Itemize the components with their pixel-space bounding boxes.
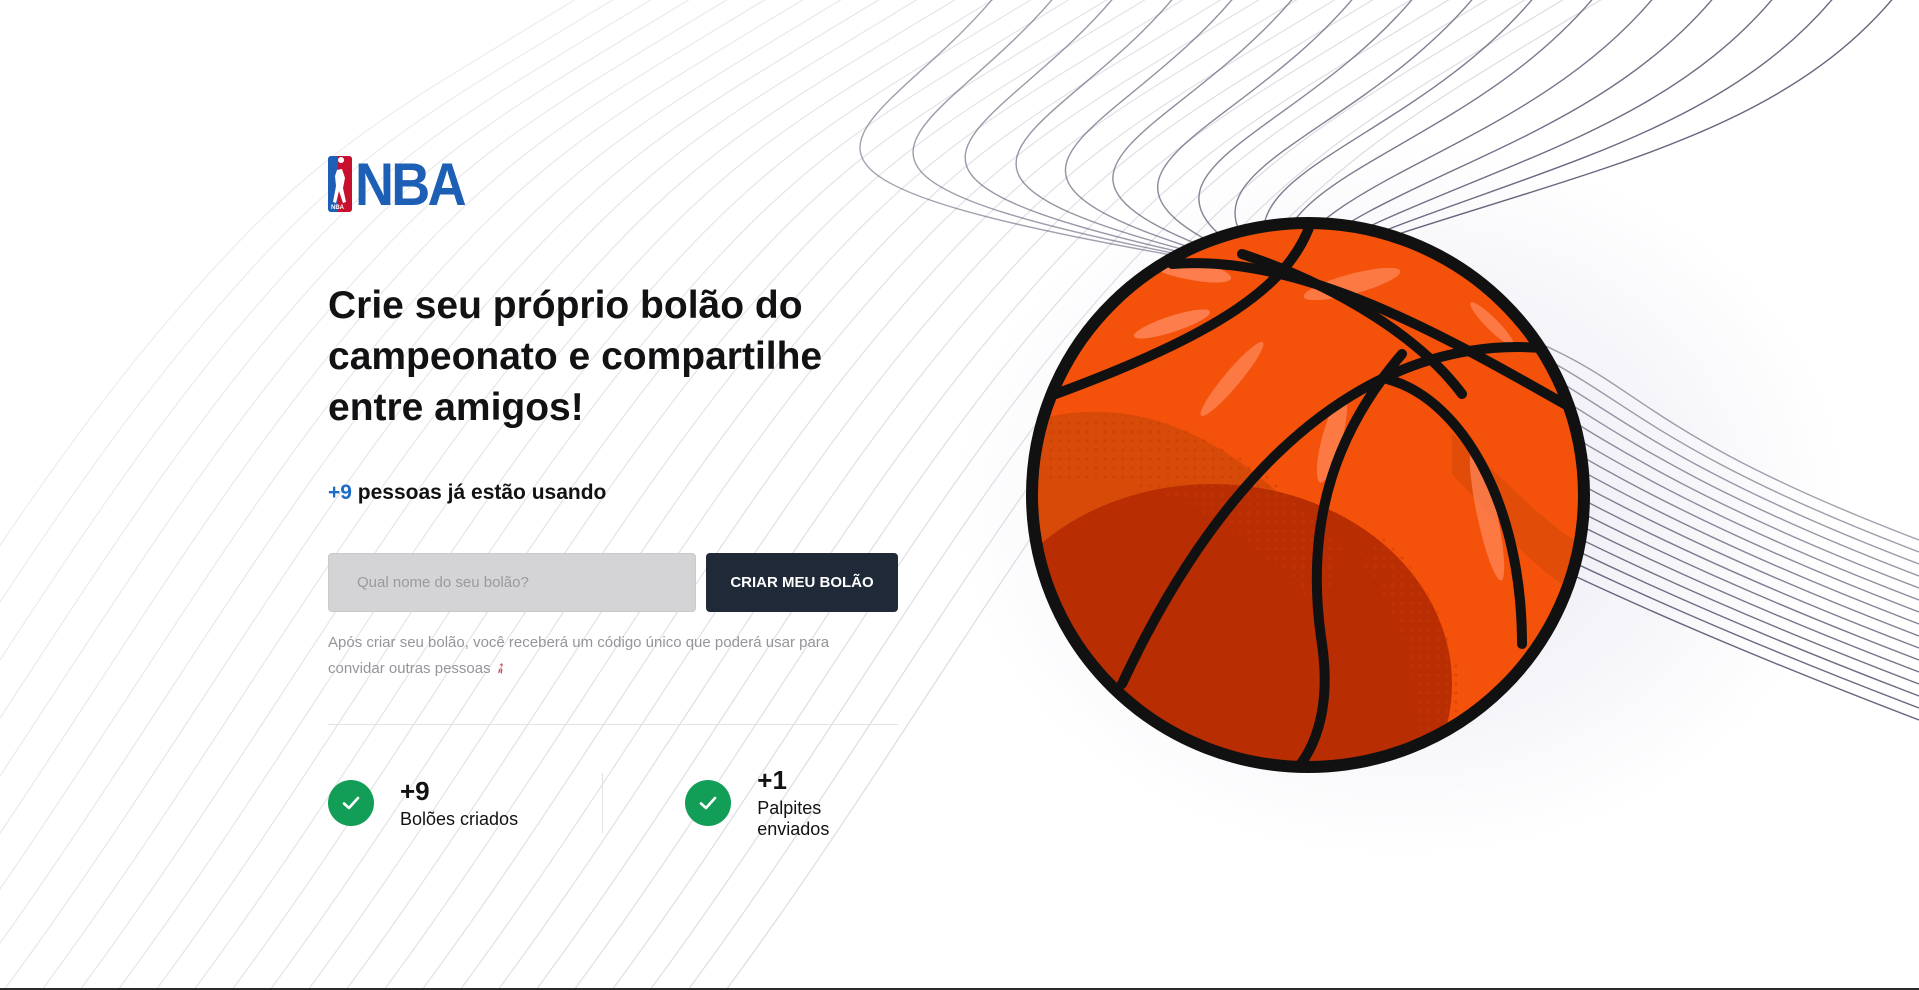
- basketball-illustration: [1026, 217, 1590, 773]
- stats-row: +9 Bolões criados +1 Palpites enviados: [328, 766, 898, 839]
- svg-text:NBA: NBA: [331, 205, 345, 211]
- divider: [328, 724, 898, 725]
- stat-guesses-sent: +1 Palpites enviados: [603, 766, 898, 839]
- nba-logo-silhouette-icon: NBA: [328, 156, 352, 212]
- create-pool-button[interactable]: CRIAR MEU BOLÃO: [706, 553, 898, 612]
- rocket-icon: ➶: [490, 658, 511, 680]
- stat-value: +1: [757, 765, 787, 795]
- check-icon: [328, 780, 374, 826]
- stat-value: +9: [400, 775, 430, 806]
- help-text: Após criar seu bolão, você receberá um c…: [328, 630, 868, 682]
- create-pool-form: CRIAR MEU BOLÃO: [328, 553, 898, 612]
- hero-section: NBA NBA Crie seu próprio bolão do campeo…: [328, 151, 898, 839]
- stat-label: Bolões criados: [400, 808, 519, 829]
- nba-logo: NBA NBA: [328, 151, 898, 218]
- background-wave-lines: [0, 0, 1919, 990]
- stat-label: Palpites enviados: [757, 798, 830, 839]
- users-count: +9: [328, 481, 352, 504]
- users-count-label: pessoas já estão usando: [351, 481, 607, 504]
- stat-pools-created: +9 Bolões criados: [328, 773, 604, 833]
- users-count-line: +9 pessoas já estão usando: [328, 481, 898, 505]
- pool-name-input[interactable]: [328, 553, 696, 612]
- nba-logo-text: NBA: [355, 151, 467, 218]
- page-title: Crie seu próprio bolão do campeonato e c…: [328, 284, 823, 429]
- check-icon: [685, 780, 732, 826]
- help-text-body: Após criar seu bolão, você receberá um c…: [328, 634, 830, 677]
